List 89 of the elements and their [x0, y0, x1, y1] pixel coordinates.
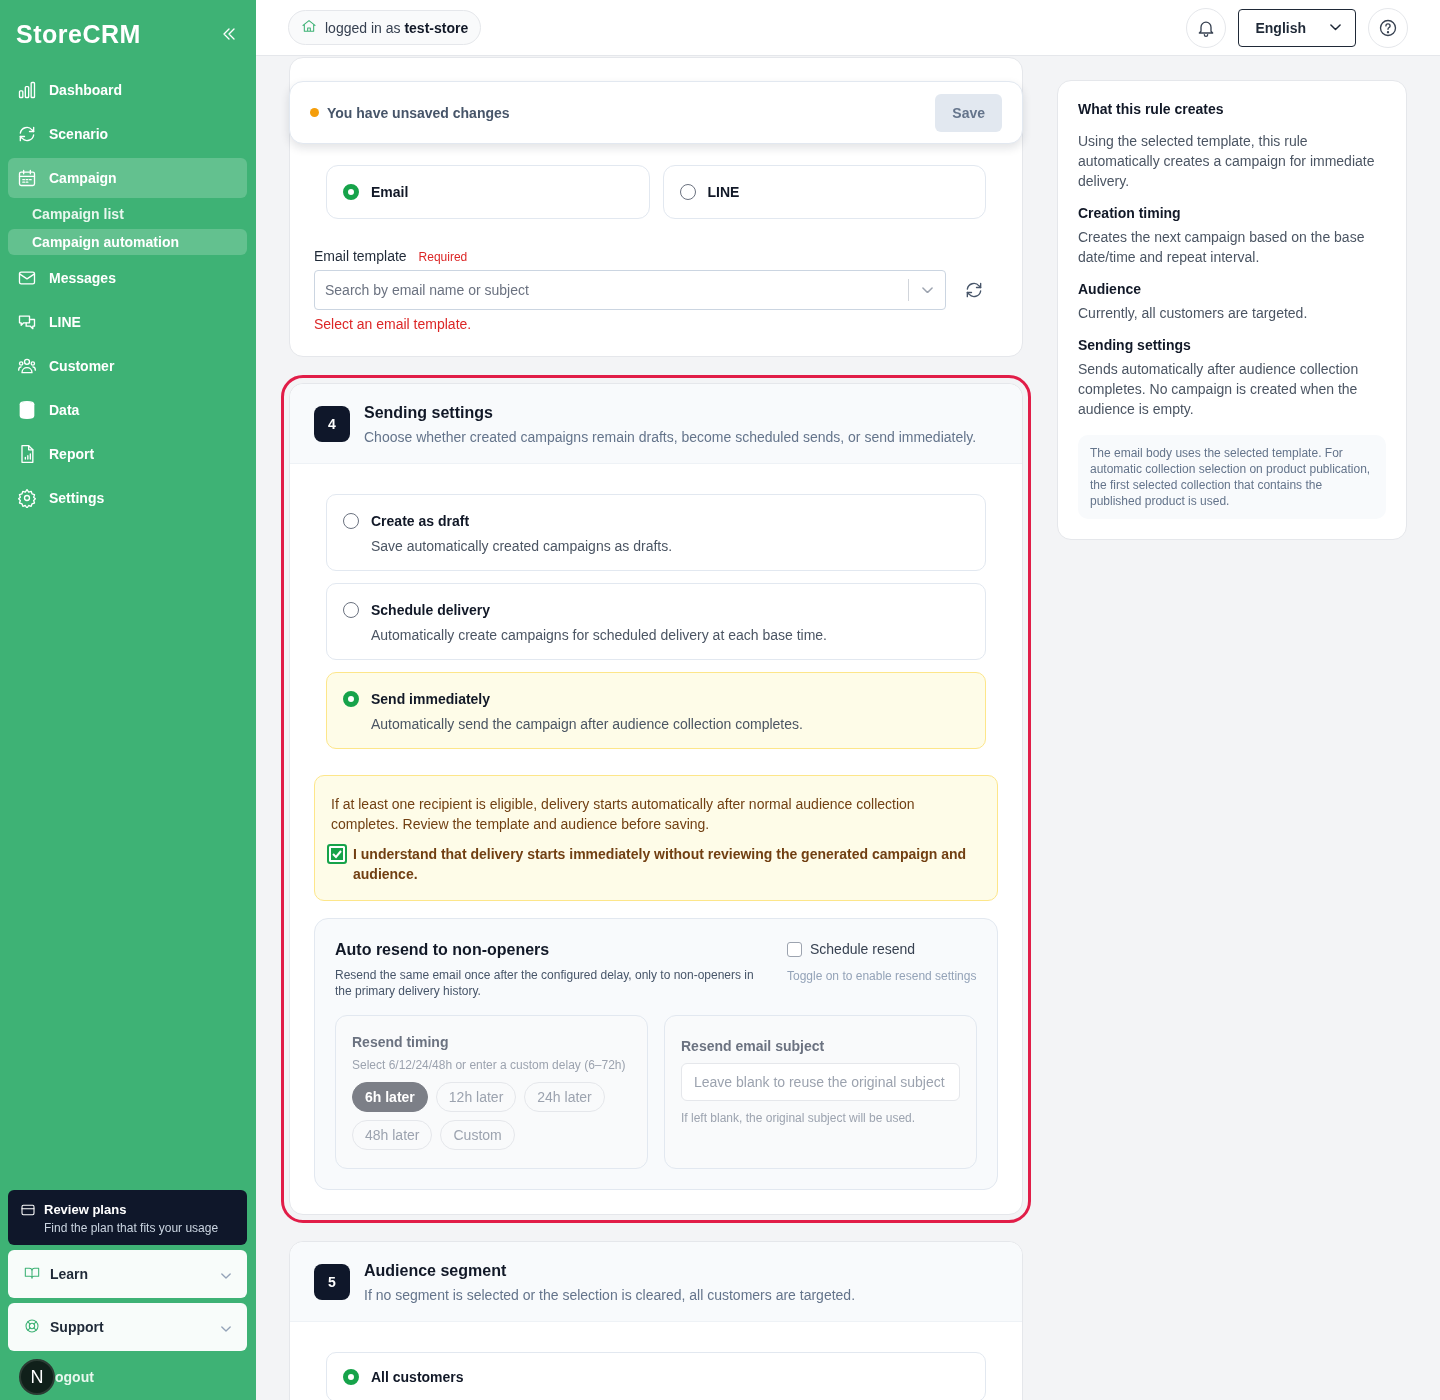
radio-button[interactable] [343, 691, 359, 707]
radio-button[interactable] [343, 513, 359, 529]
resend-description: Resend the same email once after the configured delay, only to non-openers in the primary delivery history. [335, 967, 755, 999]
channel-option[interactable]: Email [326, 165, 650, 219]
summary-text: Currently, all customers are targeted. [1078, 304, 1309, 323]
nav-subitem[interactable]: Campaign automation [8, 229, 247, 255]
radio-button[interactable] [679, 184, 696, 200]
panel-hint: If left blank, the original subject will be used. [681, 1111, 917, 1125]
delay-chip[interactable]: 24h later [524, 1082, 605, 1112]
radio-button[interactable] [343, 1369, 359, 1385]
warning-text: If at least one recipient is eligible, delivery starts automatically after normal audience collection completes. Review the template and audience before saving. [331, 795, 916, 834]
help-icon [1378, 17, 1398, 38]
chevron-down-icon [1330, 24, 1341, 31]
radio-button[interactable] [343, 184, 359, 200]
delay-chip[interactable]: Custom [440, 1120, 515, 1150]
radio-button[interactable] [343, 602, 359, 618]
resend-title: Auto resend to non-openers [335, 941, 551, 959]
nav-item[interactable]: Customer [8, 346, 247, 386]
lifebuoy-icon [24, 1317, 40, 1334]
logo: StoreCRM [16, 19, 141, 49]
checkbox-label: Schedule resend [810, 941, 916, 957]
sending-option[interactable]: Create as draft Save automatically created campaigns as drafts. [326, 494, 986, 571]
panel-hint: Select 6/12/24/48h or enter a custom delay (6–72h) [352, 1058, 627, 1072]
promo-title: Review plans [44, 1202, 128, 1218]
sidebar-menu[interactable]: Support [8, 1303, 247, 1351]
chevron-down-icon [921, 286, 933, 294]
help-button[interactable] [1368, 7, 1408, 48]
checkbox[interactable] [787, 941, 802, 957]
nav-item[interactable]: Scenario [8, 114, 247, 154]
unsaved-message: You have unsaved changes [327, 104, 511, 121]
checkbox-label: I understand that delivery starts immediately without reviewing the generated campaign and audience. [353, 845, 968, 884]
sending-option[interactable]: Schedule delivery Automatically create campaigns for scheduled delivery at each base time. [326, 583, 986, 660]
summary-heading: Creation timing [1078, 205, 1182, 221]
login-status: logged in as test-store [288, 10, 482, 45]
section-description: Choose whether created campaigns remain drafts, become scheduled sends, or send immediately. [364, 429, 977, 445]
summary-text: Creates the next campaign based on the base date/time and repeat interval. [1078, 228, 1366, 267]
summary-text: Sends automatically after audience collection completes. No campaign is created when the audience is empty. [1078, 360, 1360, 419]
avatar[interactable]: N [19, 1359, 55, 1395]
nav-item[interactable]: Campaign [8, 158, 247, 198]
step-number: 4 [314, 406, 350, 442]
audience-option[interactable]: All customers [326, 1352, 986, 1400]
subject-input[interactable]: Leave blank to reuse the original subject [681, 1063, 960, 1101]
bar-chart-icon [17, 80, 37, 100]
gear-icon [17, 488, 37, 508]
summary-text: Using the selected template, this rule automatically creates a campaign for immediate delivery. [1078, 132, 1376, 191]
chevron-down-icon [221, 1273, 231, 1279]
toggle-hint: Toggle on to enable resend settings [787, 969, 977, 983]
field-label: Email template [314, 248, 407, 264]
home-icon [301, 18, 317, 34]
status-dot [310, 108, 319, 117]
error-message: Select an email template. [314, 316, 473, 332]
delay-chip[interactable]: 6h later [352, 1082, 428, 1112]
delay-chip[interactable]: 48h later [352, 1120, 433, 1150]
nav-item[interactable]: Messages [8, 258, 247, 298]
summary-title: What this rule creates [1078, 101, 1225, 117]
section-title: Sending settings [364, 404, 494, 422]
database-icon [17, 400, 37, 420]
nav-item[interactable]: Data [8, 390, 247, 430]
credit-card-icon [20, 1202, 36, 1218]
template-select[interactable]: Search by email name or subject [314, 270, 946, 310]
summary-note: The email body uses the selected template. For automatic collection selection on product publication, the first selected collection that contains the published product is used. [1078, 435, 1386, 519]
section-title: Audience segment [364, 1262, 508, 1280]
language-select[interactable]: English [1238, 8, 1356, 47]
step-number: 5 [314, 1264, 350, 1300]
check-icon [331, 848, 343, 860]
people-icon [17, 356, 37, 376]
nav-item[interactable]: Dashboard [8, 70, 247, 110]
section-description: If no segment is selected or the selection is cleared, all customers are targeted. [364, 1287, 856, 1303]
delay-chip[interactable]: 12h later [435, 1082, 517, 1112]
nav-item[interactable]: LINE [8, 302, 247, 342]
checkbox[interactable] [327, 844, 347, 864]
chevron-down-icon [221, 1326, 231, 1332]
channel-option[interactable]: LINE [662, 165, 986, 219]
promo-subtitle: Find the plan that fits your usage [44, 1221, 220, 1235]
review-plans-card[interactable]: Review plans Find the plan that fits your usage [8, 1190, 247, 1245]
summary-heading: Audience [1078, 281, 1142, 297]
refresh-icon [964, 280, 984, 300]
nav-item[interactable]: Settings [8, 478, 247, 518]
summary-heading: Sending settings [1078, 337, 1192, 353]
sending-option[interactable]: Send immediately Automatically send the campaign after audience collection completes. [326, 672, 986, 749]
panel-title: Resend email subject [681, 1038, 826, 1054]
calendar-icon [17, 168, 37, 188]
logout-link[interactable]: ogout [55, 1369, 94, 1385]
panel-title: Resend timing [352, 1034, 450, 1050]
sidebar-menu[interactable]: Learn [8, 1250, 247, 1298]
nav-item[interactable]: Report [8, 434, 247, 474]
required-label: Required [418, 250, 468, 264]
refresh-arrows-icon [17, 124, 37, 144]
nav-subitem[interactable]: Campaign list [8, 201, 247, 227]
